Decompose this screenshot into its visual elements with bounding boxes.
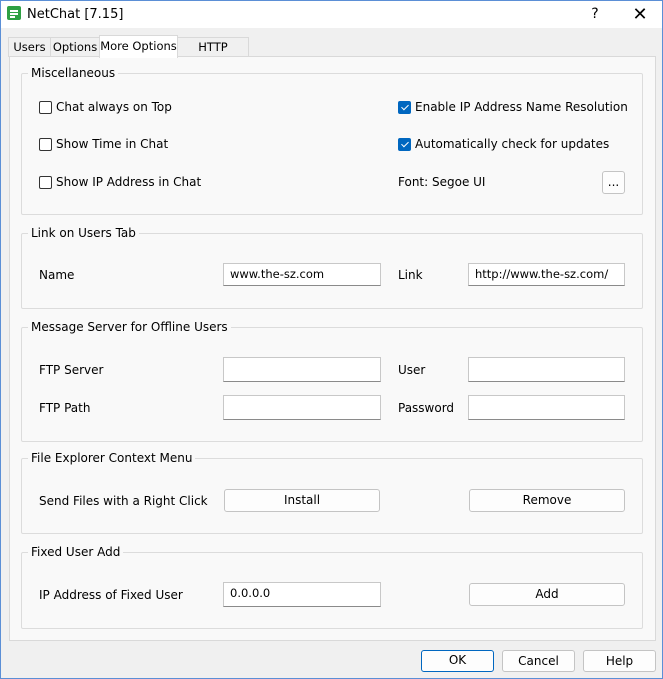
checkbox-label: Enable IP Address Name Resolution — [415, 100, 628, 114]
ftp-server-label: FTP Server — [39, 363, 104, 377]
checkbox-box[interactable] — [39, 100, 52, 114]
close-icon[interactable]: ✕ — [620, 1, 660, 28]
window-title: NetChat [7.15] — [27, 7, 124, 22]
checkbox-box[interactable] — [398, 137, 411, 151]
group-title-context-menu: File Explorer Context Menu — [28, 451, 196, 465]
user-label: User — [398, 363, 426, 377]
ftp-path-input[interactable] — [223, 395, 381, 420]
remove-button[interactable]: Remove — [469, 489, 625, 512]
tab-options[interactable]: Options — [50, 37, 100, 57]
group-title-miscellaneous: Miscellaneous — [28, 66, 119, 80]
checkbox-box[interactable] — [39, 175, 52, 189]
link-name-input[interactable]: www.the-sz.com — [223, 263, 381, 286]
tab-users[interactable]: Users — [8, 37, 51, 57]
checkbox-label: Automatically check for updates — [415, 137, 610, 151]
group-title-fixed-user: Fixed User Add — [28, 545, 124, 559]
name-label: Name — [39, 268, 75, 282]
checkbox-label: Chat always on Top — [56, 100, 172, 114]
fixed-user-ip-label: IP Address of Fixed User — [39, 588, 183, 602]
show-ip-checkbox[interactable]: Show IP Address in Chat — [39, 174, 201, 190]
checkbox-box[interactable] — [398, 100, 411, 114]
link-url-input[interactable]: http://www.the-sz.com/ — [468, 263, 625, 286]
password-label: Password — [398, 401, 455, 415]
group-title-offline: Message Server for Offline Users — [28, 320, 231, 334]
checkbox-box[interactable] — [39, 137, 52, 151]
install-button[interactable]: Install — [224, 489, 380, 512]
add-button[interactable]: Add — [469, 583, 625, 606]
ftp-server-input[interactable] — [223, 357, 381, 382]
offline-message-server-group: Message Server for Offline Users FTP Ser… — [21, 320, 643, 442]
checkbox-label: Show IP Address in Chat — [56, 175, 202, 189]
help-icon[interactable]: ? — [575, 1, 615, 28]
tab-http-server[interactable]: HTTP Server — [177, 37, 249, 73]
auto-update-checkbox[interactable]: Automatically check for updates — [398, 136, 609, 152]
show-time-checkbox[interactable]: Show Time in Chat — [39, 136, 168, 152]
netchat-window: NetChat [7.15] ? ✕ Users Options More Op… — [0, 0, 663, 679]
cancel-button[interactable]: Cancel — [502, 650, 575, 672]
checkbox-label: Show Time in Chat — [56, 137, 169, 151]
password-input[interactable] — [468, 395, 625, 420]
user-input[interactable] — [468, 357, 625, 382]
chat-app-icon — [7, 6, 21, 20]
fixed-user-add-group: Fixed User Add IP Address of Fixed User … — [21, 545, 643, 629]
ip-name-resolution-checkbox[interactable]: Enable IP Address Name Resolution — [398, 99, 628, 115]
more-options-panel: Miscellaneous Chat always on Top Show Ti… — [9, 56, 656, 641]
fixed-user-ip-input[interactable]: 0.0.0.0 — [223, 582, 381, 607]
chat-always-on-top-checkbox[interactable]: Chat always on Top — [39, 99, 172, 115]
link-on-users-tab-group: Link on Users Tab Name www.the-sz.com Li… — [21, 226, 643, 309]
ftp-path-label: FTP Path — [39, 401, 91, 415]
help-button[interactable]: Help — [583, 650, 656, 672]
title-bar: NetChat [7.15] ? ✕ — [1, 1, 662, 28]
miscellaneous-group: Miscellaneous Chat always on Top Show Ti… — [21, 66, 643, 215]
send-files-label: Send Files with a Right Click — [39, 494, 208, 508]
font-label: Font: Segoe UI — [398, 175, 486, 189]
font-picker-button[interactable]: ... — [602, 171, 625, 194]
ok-button[interactable]: OK — [421, 650, 494, 672]
tab-more-options[interactable]: More Options — [99, 35, 178, 58]
file-explorer-context-menu-group: File Explorer Context Menu Send Files wi… — [21, 451, 643, 534]
link-label: Link — [398, 268, 423, 282]
group-title-link: Link on Users Tab — [28, 226, 139, 240]
